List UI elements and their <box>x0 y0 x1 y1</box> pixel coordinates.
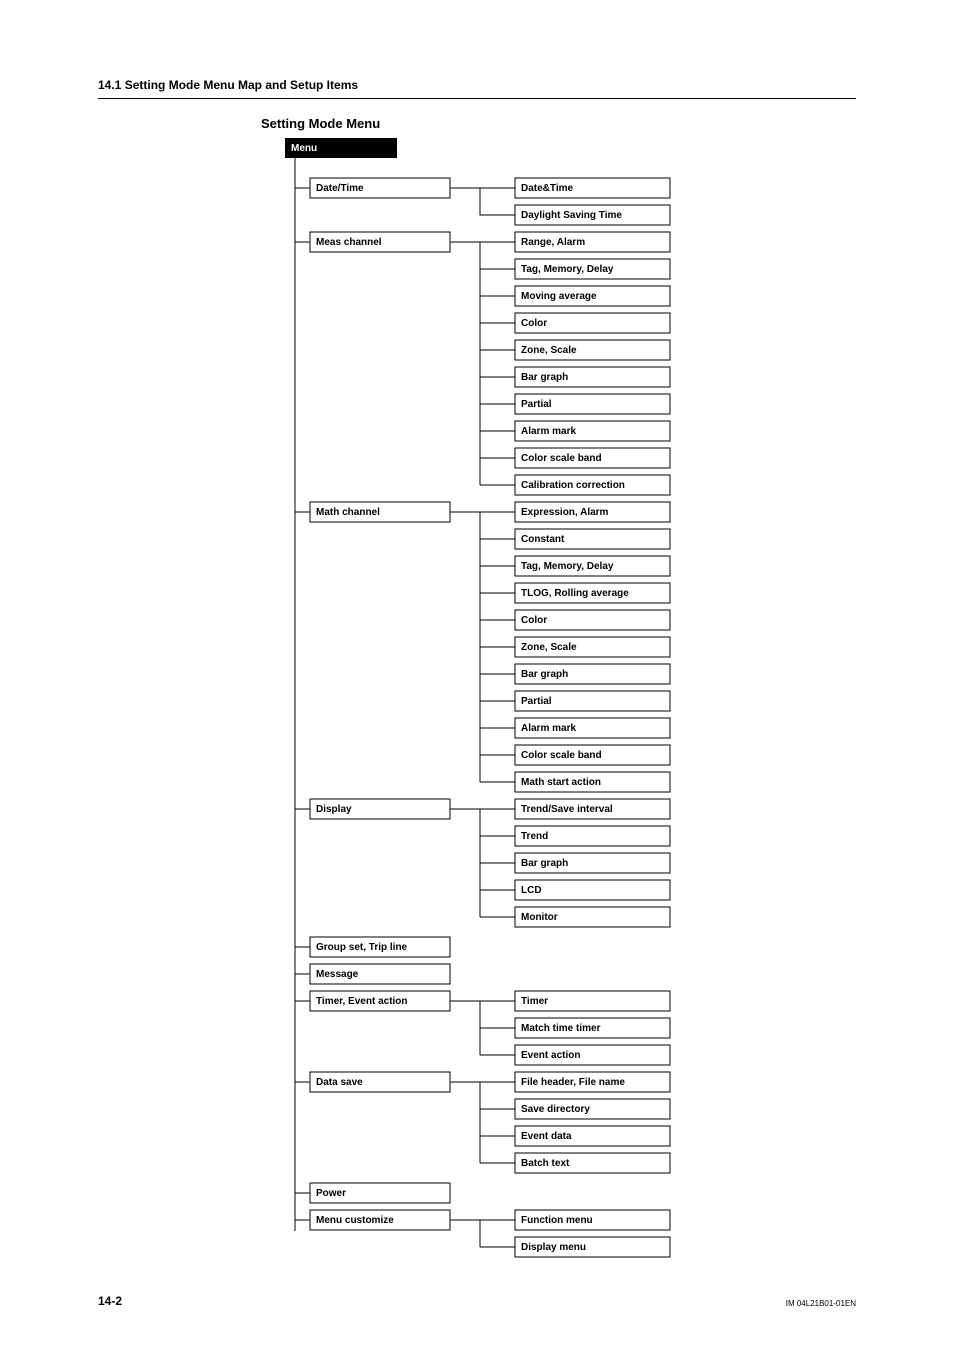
node-math-10: Math start action <box>521 777 601 788</box>
node-meas-6: Partial <box>521 399 552 410</box>
node-data-save: Data save <box>316 1077 363 1088</box>
node-timer-2: Event action <box>521 1050 580 1061</box>
menu-root-box: Menu <box>285 138 397 158</box>
node-meas-5: Bar graph <box>521 372 568 383</box>
node-save-2: Event data <box>521 1131 572 1142</box>
node-math-3: TLOG, Rolling average <box>521 588 629 599</box>
node-disp-2: Bar graph <box>521 858 568 869</box>
node-disp-4: Monitor <box>521 912 558 923</box>
node-math-6: Bar graph <box>521 669 568 680</box>
node-math-7: Partial <box>521 696 552 707</box>
node-timer-1: Match time timer <box>521 1023 600 1034</box>
node-timer-event: Timer, Event action <box>316 996 408 1007</box>
node-meas-8: Color scale band <box>521 453 602 464</box>
node-group-set: Group set, Trip line <box>316 942 407 953</box>
node-meas-9: Calibration correction <box>521 480 625 491</box>
node-disp-0: Trend/Save interval <box>521 804 613 815</box>
node-message: Message <box>316 969 358 980</box>
tree-diagram <box>285 158 745 1268</box>
node-meas-2: Moving average <box>521 291 597 302</box>
node-menu-customize: Menu customize <box>316 1215 394 1226</box>
node-meas-channel: Meas channel <box>316 237 382 248</box>
node-math-0: Expression, Alarm <box>521 507 608 518</box>
node-save-1: Save directory <box>521 1104 590 1115</box>
page-number: 14-2 <box>98 1294 122 1308</box>
header-rule <box>98 98 856 99</box>
node-datetime-0: Date&Time <box>521 183 573 194</box>
node-math-8: Alarm mark <box>521 723 576 734</box>
node-custom-0: Function menu <box>521 1215 593 1226</box>
menu-root-label: Menu <box>291 143 317 154</box>
node-meas-4: Zone, Scale <box>521 345 577 356</box>
node-math-5: Zone, Scale <box>521 642 577 653</box>
node-math-9: Color scale band <box>521 750 602 761</box>
node-datetime-1: Daylight Saving Time <box>521 210 622 221</box>
node-save-3: Batch text <box>521 1158 569 1169</box>
node-meas-0: Range, Alarm <box>521 237 585 248</box>
node-custom-1: Display menu <box>521 1242 586 1253</box>
node-timer-0: Timer <box>521 996 548 1007</box>
node-save-0: File header, File name <box>521 1077 625 1088</box>
node-disp-1: Trend <box>521 831 548 842</box>
node-math-2: Tag, Memory, Delay <box>521 561 613 572</box>
node-math-1: Constant <box>521 534 564 545</box>
document-id: IM 04L21B01-01EN <box>786 1299 856 1308</box>
subsection-title: Setting Mode Menu <box>261 116 380 131</box>
node-disp-3: LCD <box>521 885 542 896</box>
node-math-channel: Math channel <box>316 507 380 518</box>
node-date-time: Date/Time <box>316 183 364 194</box>
section-title: 14.1 Setting Mode Menu Map and Setup Ite… <box>98 78 358 92</box>
node-power: Power <box>316 1188 346 1199</box>
node-meas-7: Alarm mark <box>521 426 576 437</box>
node-display: Display <box>316 804 352 815</box>
node-meas-1: Tag, Memory, Delay <box>521 264 613 275</box>
node-meas-3: Color <box>521 318 547 329</box>
node-math-4: Color <box>521 615 547 626</box>
